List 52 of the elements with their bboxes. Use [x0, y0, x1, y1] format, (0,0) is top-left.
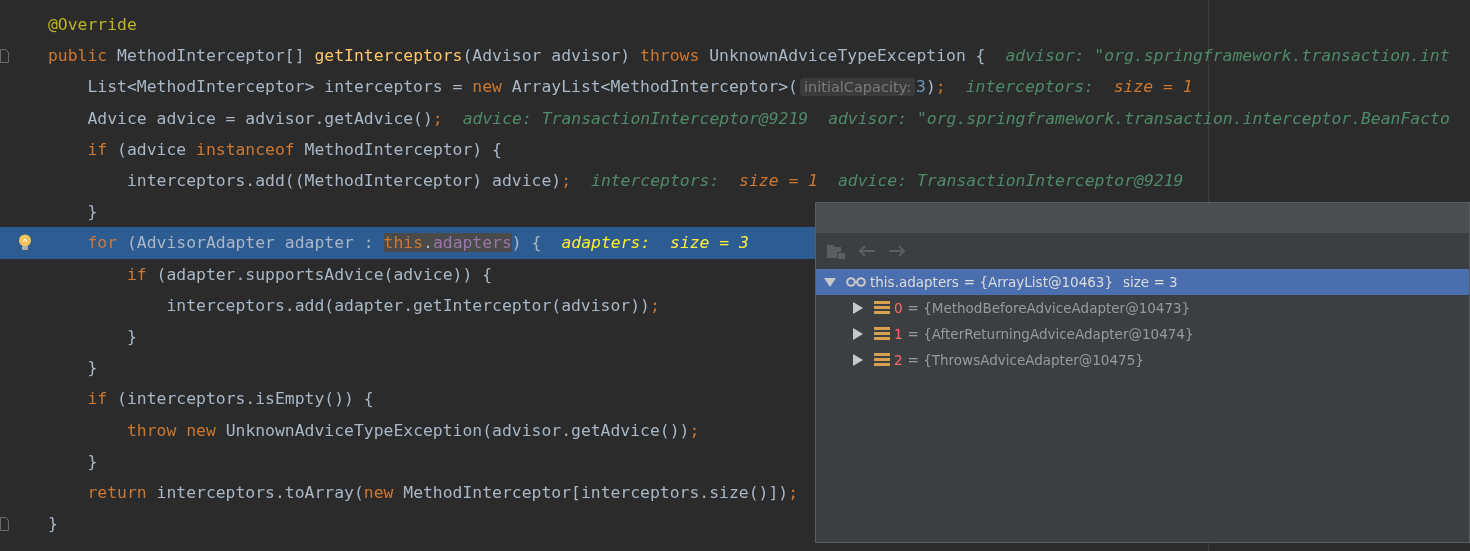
- variable-name: 2: [894, 352, 903, 368]
- code-text: if (interceptors.isEmpty()) {: [87, 389, 374, 409]
- code-text: interceptors.add(adapter.getInterceptor(advisor));: [166, 295, 660, 315]
- tree-row[interactable]: 1 = {AfterReturningAdviceAdapter@10474}: [816, 321, 1469, 347]
- expand-arrow-icon[interactable]: [824, 276, 836, 288]
- variable-name: 0: [894, 300, 903, 316]
- expand-arrow-icon[interactable]: [852, 302, 864, 314]
- glasses-icon: [846, 276, 866, 288]
- code-text: return interceptors.toArray(new MethodInterceptor[interceptors.size()]);: [87, 482, 798, 502]
- code-text: throw new UnknownAdviceTypeException(advisor.getAdvice());: [126, 420, 700, 440]
- code-text: }: [87, 358, 98, 378]
- expand-arrow-icon[interactable]: [852, 354, 864, 366]
- code-text: }: [87, 451, 98, 471]
- inline-value-hint: interceptors: size = 1: [591, 171, 818, 191]
- variable-value: = {MethodBeforeAdviceAdapter@10473}: [907, 300, 1191, 316]
- inline-value-hint: interceptors: size = 1: [965, 77, 1193, 97]
- code-text: interceptors.add((MethodInterceptor) advice);: [126, 171, 571, 191]
- code-text: if (adapter.supportsAdvice(advice)) {: [126, 264, 493, 284]
- lightbulb-icon[interactable]: [18, 233, 32, 252]
- code-text: if (advice instanceof MethodInterceptor) {: [87, 139, 502, 159]
- highlighted-code: this.adapters: [383, 233, 512, 253]
- code-text: ) {: [511, 233, 542, 253]
- variable-name: 1: [894, 326, 903, 342]
- parameter-hint: initialCapacity:: [800, 77, 916, 96]
- tree-row[interactable]: 0 = {MethodBeforeAdviceAdapter@10473}: [816, 295, 1469, 321]
- variable-value: = {AfterReturningAdviceAdapter@10474}: [907, 326, 1194, 342]
- stack-icon: [874, 352, 890, 368]
- inline-value-hint: adapters: size = 3: [561, 233, 749, 253]
- code-text: Advice advice = advisor.getAdvice();: [87, 108, 443, 128]
- inline-value-hint: advice: TransactionInterceptor@9219: [462, 108, 809, 128]
- fold-marker-icon[interactable]: [0, 516, 9, 531]
- code-text: public MethodInterceptor[] getInterceptors(Advisor advisor) throws UnknownAdviceTypeException {: [48, 46, 986, 66]
- code-text: }: [48, 514, 58, 534]
- code-text: 3);: [916, 77, 946, 97]
- fold-marker-icon[interactable]: [0, 48, 9, 63]
- code-text: @Override: [48, 15, 137, 35]
- stack-icon: [874, 326, 890, 342]
- collection-size: size = 3: [1123, 274, 1178, 290]
- code-text: }: [126, 326, 137, 346]
- tree-row[interactable]: 2 = {ThrowsAdviceAdapter@10475}: [816, 347, 1469, 373]
- code-text: List<MethodInterceptor> interceptors = new ArrayList<MethodInterceptor>(: [87, 77, 798, 97]
- variable-name: this.adapters: [870, 274, 959, 290]
- code-text: for (AdvisorAdapter adapter :: [87, 233, 375, 253]
- variable-value: = {ArrayList@10463}: [963, 274, 1113, 290]
- code-text: }: [87, 202, 98, 222]
- tree-row[interactable]: this.adapters = {ArrayList@10463} size = 3: [816, 269, 1469, 295]
- stack-icon: [874, 300, 890, 316]
- inline-value-hint: advisor: "org.springframework.transaction.int: [1005, 46, 1450, 66]
- variable-value: = {ThrowsAdviceAdapter@10475}: [907, 352, 1144, 368]
- expand-arrow-icon[interactable]: [852, 328, 864, 340]
- inline-value-hint: advice: TransactionInterceptor@9219: [838, 171, 1184, 191]
- inline-value-hint: advisor: "org.springframework.transaction.interceptor.BeanFacto: [828, 108, 1450, 128]
